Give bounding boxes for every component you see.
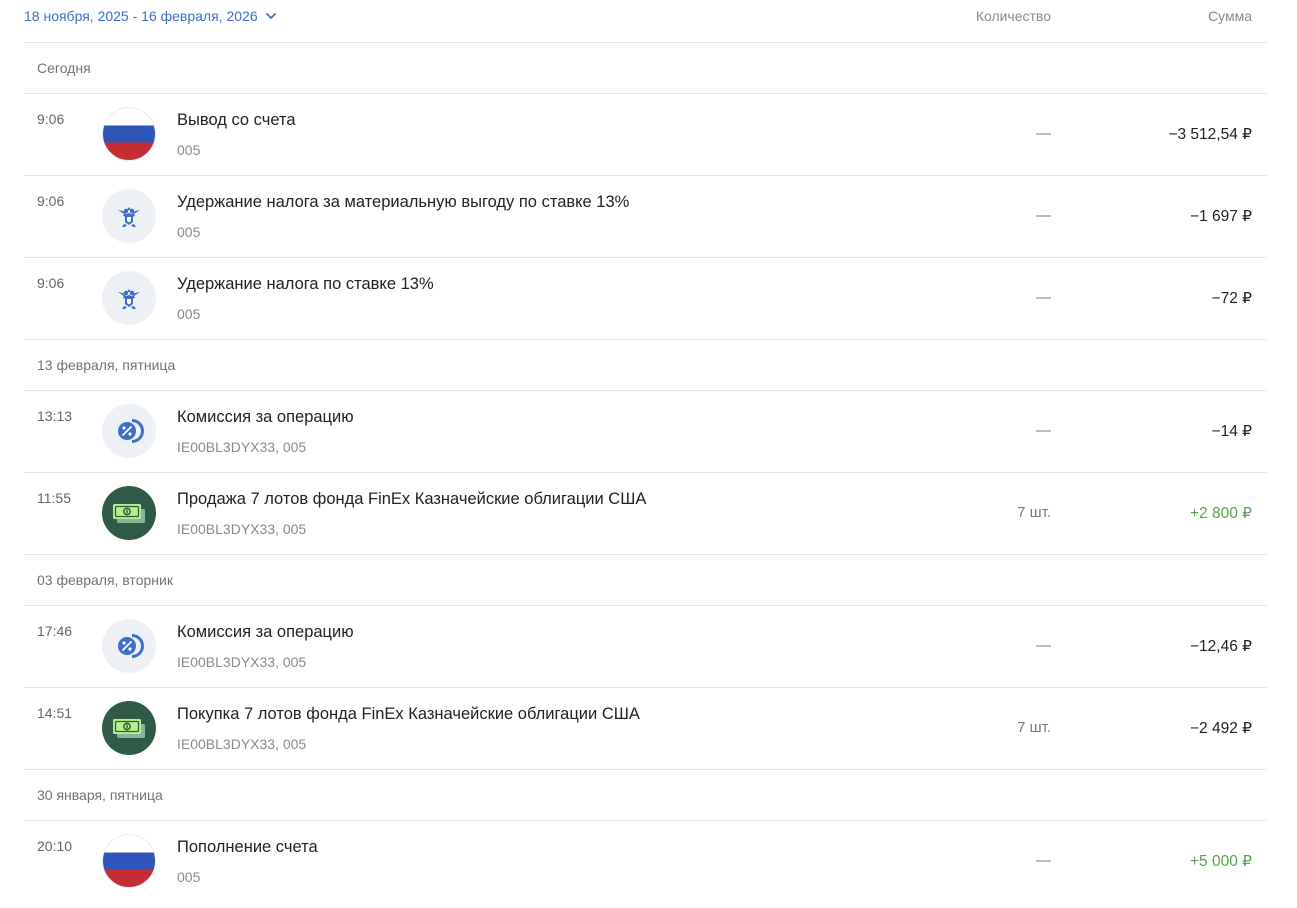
operation-quantity: — — [1036, 289, 1051, 306]
operation-sum: −1 697 ₽ — [1189, 208, 1252, 225]
operation-groups: Сегодня 9:06 Вывод со счета 005 — −3 512,54 ₽… — [24, 43, 1267, 903]
operation-subtitle: 005 — [177, 224, 201, 240]
money-icon — [102, 486, 156, 540]
operation-sum: −72 ₽ — [1211, 290, 1252, 307]
russia-flag-icon — [102, 107, 156, 161]
date-group-header: Сегодня — [24, 43, 1267, 94]
operation-row[interactable]: 14:51 Покупка 7 лотов фонда FinEx Казначе… — [24, 688, 1267, 770]
operation-row[interactable]: 13:13 Комиссия за операцию IE00BL3DYX33, 0… — [24, 391, 1267, 473]
operation-subtitle: 005 — [177, 142, 201, 158]
operation-sum: −14 ₽ — [1211, 423, 1252, 440]
date-group-label: 30 января, пятница — [37, 787, 163, 803]
operation-quantity: — — [1036, 852, 1051, 869]
operation-sum: +2 800 ₽ — [1189, 505, 1252, 522]
operation-title: Продажа 7 лотов фонда FinEx Казначейские… — [177, 490, 647, 508]
column-header-sum: Сумма — [1208, 8, 1252, 24]
operation-title: Вывод со счета — [177, 111, 296, 129]
operations-list: 18 ноября, 2025 - 16 февраля, 2026 Колич… — [24, 0, 1267, 903]
russia-flag-icon — [102, 834, 156, 888]
operation-quantity: — — [1036, 637, 1051, 654]
operation-row[interactable]: 17:46 Комиссия за операцию IE00BL3DYX33, 0… — [24, 606, 1267, 688]
operation-time: 11:55 — [37, 490, 71, 506]
operation-time: 9:06 — [37, 193, 65, 209]
operation-quantity: — — [1036, 422, 1051, 439]
column-header-quantity: Количество — [975, 8, 1051, 24]
operation-row[interactable]: 9:06 Удержание налога по ставке 13% 005 — −7… — [24, 258, 1267, 340]
list-header: 18 ноября, 2025 - 16 февраля, 2026 Колич… — [24, 0, 1267, 43]
operation-title: Удержание налога по ставке 13% — [177, 275, 434, 293]
operation-title: Покупка 7 лотов фонда FinEx Казначейские… — [177, 705, 640, 723]
operation-time: 9:06 — [37, 111, 65, 127]
coat-of-arms-icon — [102, 189, 156, 243]
operation-subtitle: IE00BL3DYX33, 005 — [177, 736, 307, 752]
date-group-label: 03 февраля, вторник — [37, 572, 173, 588]
operation-sum: −2 492 ₽ — [1189, 720, 1252, 737]
operation-quantity: 7 шт. — [1017, 719, 1051, 736]
operation-sum: +5 000 ₽ — [1189, 853, 1252, 870]
operation-row[interactable]: 9:06 Удержание налога за материальную выг… — [24, 176, 1267, 258]
operation-quantity: 7 шт. — [1017, 504, 1051, 521]
chevron-down-icon — [265, 13, 276, 19]
operation-row[interactable]: 11:55 Продажа 7 лотов фонда FinEx Казначе… — [24, 473, 1267, 555]
operation-quantity: — — [1036, 207, 1051, 224]
period-selector[interactable]: 18 ноября, 2025 - 16 февраля, 2026 — [24, 8, 278, 24]
operation-time: 17:46 — [37, 623, 73, 639]
coat-of-arms-icon — [102, 271, 156, 325]
commission-icon — [102, 619, 156, 673]
date-group-header: 13 февраля, пятница — [24, 340, 1267, 391]
period-label: 18 ноября, 2025 - 16 февраля, 2026 — [24, 8, 258, 24]
operation-subtitle: IE00BL3DYX33, 005 — [177, 521, 307, 537]
operation-title: Комиссия за операцию — [177, 408, 354, 426]
date-group-label: Сегодня — [37, 60, 91, 76]
operation-sum: −3 512,54 ₽ — [1168, 126, 1252, 143]
operation-title: Удержание налога за материальную выгоду … — [177, 193, 630, 211]
operation-time: 9:06 — [37, 275, 65, 291]
operation-subtitle: IE00BL3DYX33, 005 — [177, 439, 307, 455]
date-group-header: 30 января, пятница — [24, 770, 1267, 821]
operation-subtitle: 005 — [177, 869, 201, 885]
operation-time: 14:51 — [37, 705, 73, 721]
date-group-label: 13 февраля, пятница — [37, 357, 176, 373]
money-icon — [102, 701, 156, 755]
operation-subtitle: 005 — [177, 306, 201, 322]
operation-title: Пополнение счета — [177, 838, 318, 856]
operation-quantity: — — [1036, 125, 1051, 142]
operation-subtitle: IE00BL3DYX33, 005 — [177, 654, 307, 670]
operation-row[interactable]: 9:06 Вывод со счета 005 — −3 512,54 ₽ — [24, 94, 1267, 176]
operation-row[interactable]: 20:10 Пополнение счета 005 — +5 000 ₽ — [24, 821, 1267, 903]
operation-time: 13:13 — [37, 408, 73, 424]
operation-title: Комиссия за операцию — [177, 623, 354, 641]
date-group-header: 03 февраля, вторник — [24, 555, 1267, 606]
operation-sum: −12,46 ₽ — [1189, 638, 1252, 655]
operation-time: 20:10 — [37, 838, 73, 854]
commission-icon — [102, 404, 156, 458]
